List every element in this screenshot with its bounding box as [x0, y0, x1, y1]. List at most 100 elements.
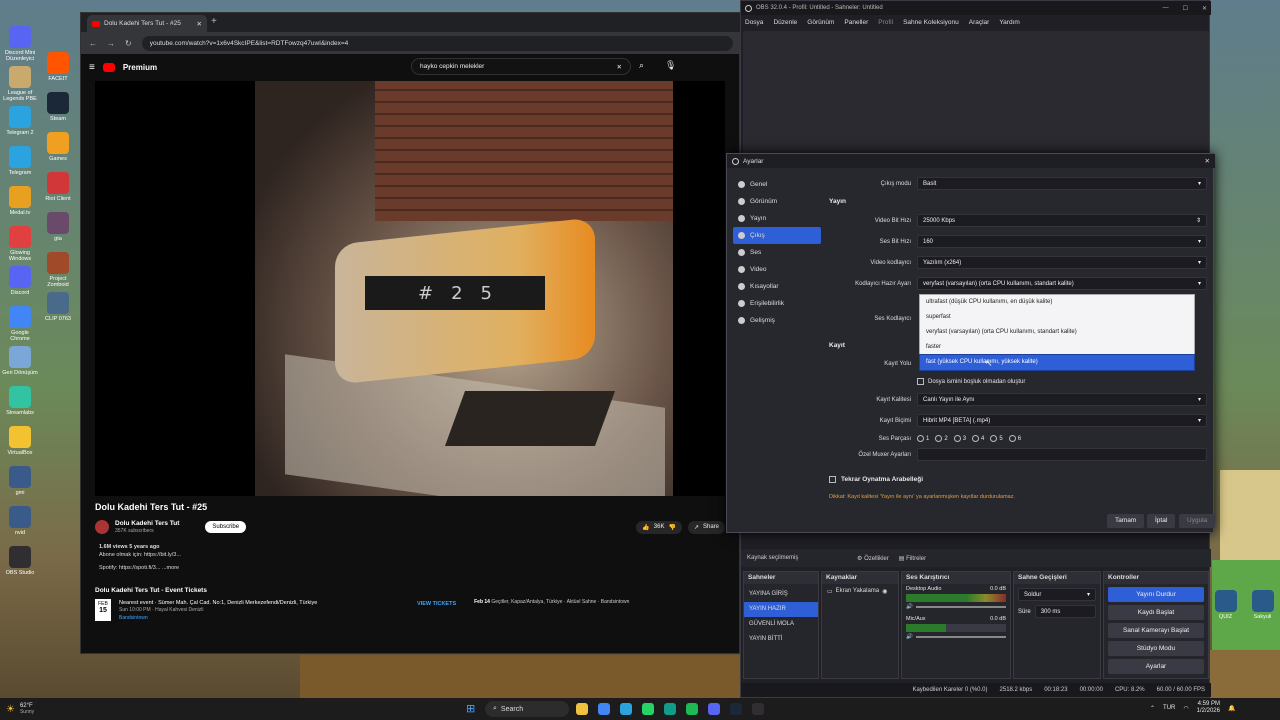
search-icon[interactable]: ⌕ [639, 60, 644, 71]
filters-button[interactable]: ▤ Filtreler [899, 555, 926, 562]
windows-start-icon[interactable]: ⊞ [466, 702, 475, 715]
video-player[interactable]: # 2 5 [95, 81, 725, 496]
weather-widget[interactable]: ☀ 62°F Sunny [0, 703, 34, 715]
maximize-icon[interactable]: ☐ [1183, 5, 1188, 12]
youtube-logo-icon[interactable] [102, 62, 115, 72]
close-icon[interactable]: ✕ [1202, 5, 1207, 12]
desktop-icon[interactable]: Google Chrome [2, 306, 38, 342]
settings-nav-item[interactable]: Erişilebilirlik [733, 295, 821, 312]
replay-checkbox[interactable] [829, 476, 836, 483]
cancel-button[interactable]: İptal [1147, 514, 1176, 528]
desktop-icon[interactable]: Discord [2, 266, 38, 298]
audio-track-toggle[interactable]: 5 [990, 435, 1003, 442]
tab-close-icon[interactable]: ✕ [197, 20, 202, 28]
thumbs-down-icon[interactable]: 👎 [668, 524, 675, 531]
desktop-icon[interactable]: FACEIT [40, 52, 76, 84]
preset-option[interactable]: fast (yüksek CPU kullanımı, yüksek kalit… [919, 354, 1195, 371]
notification-icon[interactable]: 🔔 [1228, 705, 1235, 712]
video-description[interactable]: 1.6M views 5 years ago Abone olmak için:… [99, 543, 719, 572]
new-tab-icon[interactable]: + [211, 16, 217, 27]
youtube-search-input[interactable]: hayko cepkin melekler ✕ [411, 58, 631, 75]
menu-item[interactable]: Yardım [999, 19, 1019, 26]
audio-track-toggle[interactable]: 4 [972, 435, 984, 442]
settings-nav-item[interactable]: Kısayollar [733, 278, 821, 295]
spotify-icon[interactable] [686, 703, 698, 715]
file-explorer-icon[interactable] [576, 703, 588, 715]
forward-icon[interactable]: → [107, 39, 115, 48]
microphone-icon[interactable]: 🎙 [665, 60, 676, 71]
scene-item[interactable]: YAYINA GİRİŞ [744, 587, 818, 602]
desktop-icon[interactable]: Telegram [2, 146, 38, 178]
mic-icon[interactable]: 🔊 [906, 634, 913, 640]
muxer-field[interactable] [917, 448, 1207, 461]
discord-icon[interactable] [708, 703, 720, 715]
scene-item[interactable]: YAYIN HAZIR [744, 602, 818, 617]
video-encoder-select[interactable]: Yazılım (x264) ▾ [917, 256, 1207, 269]
control-button[interactable]: Sanal Kamerayı Başlat [1108, 623, 1204, 638]
audio-track-toggle[interactable]: 3 [953, 435, 966, 442]
scene-item[interactable]: YAYIN BİTTİ [744, 632, 818, 647]
audio-track-toggle[interactable]: 6 [1008, 435, 1021, 442]
eye-icon[interactable]: ◉ [882, 588, 887, 595]
language-indicator[interactable]: TUR [1163, 705, 1175, 711]
settings-nav-item[interactable]: Video [733, 261, 821, 278]
desktop-icon[interactable]: League of Legends PBE [2, 66, 38, 102]
menu-item[interactable]: Görünüm [807, 19, 834, 26]
output-mode-select[interactable]: Basit ▾ [917, 177, 1207, 190]
subscribe-button[interactable]: Subscribe [205, 521, 247, 533]
source-item[interactable]: ▭ Ekran Yakalama ◉ [822, 584, 898, 599]
desktop-icon[interactable]: Games [40, 132, 76, 164]
settings-nav-item[interactable]: Yayın [733, 210, 821, 227]
url-field[interactable]: youtube.com/watch?v=1x6v4SkcIPE&list=RDT… [141, 35, 733, 51]
desktop-icon[interactable]: VirtualBox [2, 426, 38, 458]
desktop-icon[interactable]: Discord Mini Düzenleyici [2, 26, 38, 62]
menu-item[interactable]: Sahne Koleksiyonu [903, 19, 959, 26]
desktop-icon[interactable]: Riot Client [40, 172, 76, 204]
menu-item[interactable]: Düzenle [773, 19, 797, 26]
reload-icon[interactable]: ↻ [125, 39, 132, 48]
menu-item[interactable]: Araçlar [969, 19, 990, 26]
speaker-icon[interactable]: 🔊 [906, 604, 913, 610]
desktop-icon[interactable]: OBS Studio [2, 546, 38, 578]
desktop-icon[interactable]: Streamlabs [2, 386, 38, 418]
control-button[interactable]: Ayarlar [1108, 659, 1204, 674]
volume-slider[interactable] [915, 606, 1006, 608]
volume-slider[interactable] [915, 636, 1006, 638]
minimize-icon[interactable]: — [1163, 5, 1169, 11]
share-button[interactable]: ↗ Share [687, 520, 725, 534]
menu-icon[interactable]: ≡ [89, 62, 95, 73]
desktop-icon[interactable]: Telegram 2 [2, 106, 38, 138]
desktop-icon[interactable]: Geri Dönüşüm [2, 346, 38, 378]
desktop-icon[interactable]: Project Zomboid [40, 252, 76, 288]
browser-icon[interactable] [598, 703, 610, 715]
record-format-select[interactable]: Hibrit MP4 [BETA] (.mp4) ▾ [917, 414, 1207, 427]
edge-icon[interactable] [664, 703, 676, 715]
desktop-icon[interactable]: gta [40, 212, 76, 244]
browser-tab[interactable]: Dolu Kadehi Ters Tut - #25 ✕ [87, 15, 207, 32]
tray-chevron-icon[interactable]: ⌃ [1150, 705, 1155, 712]
steam-icon[interactable] [730, 703, 742, 715]
preset-select[interactable]: veryfast (varsayılan) (orta CPU kullanım… [917, 277, 1207, 290]
apply-button[interactable]: Uygula [1179, 514, 1216, 528]
close-icon[interactable]: ✕ [1205, 157, 1210, 165]
back-icon[interactable]: ← [89, 39, 97, 48]
properties-button[interactable]: ⚙ Özellikler [857, 555, 889, 562]
obs-icon[interactable] [752, 703, 764, 715]
video-bitrate-field[interactable]: 25000 Kbps ⇕ [917, 214, 1207, 227]
settings-nav-item[interactable]: Görünüm [733, 193, 821, 210]
preset-option[interactable]: ultrafast (düşük CPU kullanımı, en düşük… [920, 295, 1194, 310]
wifi-icon[interactable]: ◠ [1183, 705, 1188, 712]
record-quality-select[interactable]: Canlı Yayın ile Aynı ▾ [917, 393, 1207, 406]
desktop-icon[interactable]: Steam [40, 92, 76, 124]
clear-search-icon[interactable]: ✕ [617, 63, 622, 71]
preset-option[interactable]: veryfast (varsayılan) (orta CPU kullanım… [920, 325, 1194, 340]
duration-field[interactable]: 300 ms [1034, 605, 1096, 618]
settings-nav-item[interactable]: Ses [733, 244, 821, 261]
channel-avatar[interactable] [95, 520, 109, 534]
desktop-icon[interactable]: Medal.tv [2, 186, 38, 218]
menu-item[interactable]: Dosya [745, 19, 763, 26]
desktop-icon[interactable]: QUIZ [1208, 590, 1243, 620]
audio-bitrate-select[interactable]: 160 ▾ [917, 235, 1207, 248]
like-button[interactable]: 👍 36K 👎 [636, 520, 682, 534]
desktop-icon[interactable]: CLIP 0763 [40, 292, 76, 324]
